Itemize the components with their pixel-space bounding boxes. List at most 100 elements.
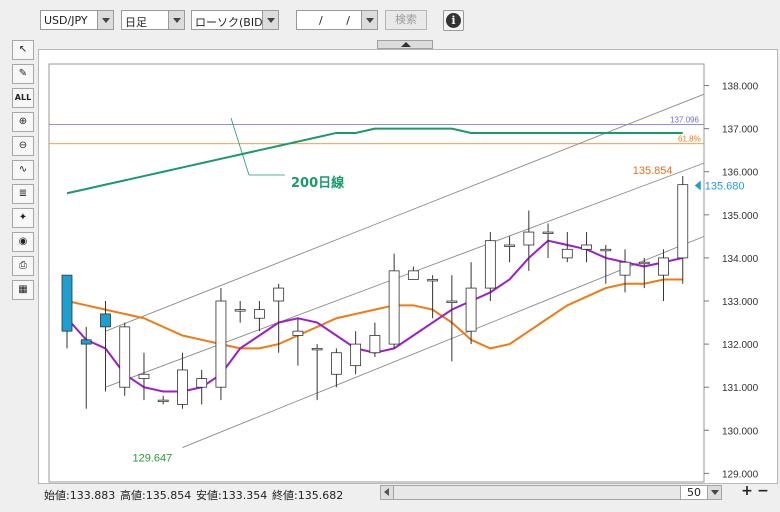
candle-body [465, 287, 477, 332]
zoom-in-button[interactable]: + [740, 484, 754, 499]
date-select[interactable]: / / [296, 10, 378, 30]
scroll-left-icon[interactable] [381, 486, 394, 499]
date-select-value: / / [319, 14, 360, 27]
candle-body [311, 348, 323, 351]
low-value: 安値:133.354 [196, 489, 268, 502]
table-icon: ▦ [18, 284, 28, 295]
candle-body [292, 330, 304, 336]
top-toolbar: USD/JPY 日足 ローソク(BID) / / 検索 i [0, 0, 780, 40]
indicator-icon: ∿ [18, 164, 28, 175]
erase-all-tool[interactable]: ALL [12, 88, 34, 108]
search-button[interactable]: 検索 [385, 10, 427, 30]
candle-body [215, 300, 227, 388]
candle-body [677, 184, 689, 259]
candle-body [638, 261, 650, 265]
candle-body [196, 378, 208, 388]
candle-body [619, 261, 631, 276]
candle-body [581, 244, 592, 250]
zoom-in-icon: ⊕ [18, 116, 28, 127]
candle-body [80, 339, 92, 345]
pair-select[interactable]: USD/JPY [40, 10, 114, 30]
chevron-down-icon [361, 11, 377, 29]
candle-body [561, 248, 573, 259]
candle-body [61, 274, 73, 332]
y-tick-label: 134.000 [722, 254, 759, 265]
candle-body [542, 231, 554, 234]
high-value: 高値:135.854 [120, 489, 192, 502]
print-tool[interactable]: ⎙ [12, 256, 34, 276]
pair-select-value: USD/JPY [44, 14, 88, 27]
chart-canvas[interactable]: 138.000 137.000 136.000 135.000 134.000 133.0… [39, 50, 779, 485]
chevron-down-icon [97, 11, 113, 29]
hline-blue-label: 137.096 [670, 116, 699, 125]
pencil-icon: ✎ [18, 68, 28, 79]
ma-200-label: 200日線 [291, 175, 345, 191]
chart-type-select-value: ローソク(BID) [195, 16, 267, 29]
candle-body [138, 373, 150, 379]
zoom-in-tool[interactable]: ⊕ [12, 112, 34, 132]
indicator-tool[interactable]: ∿ [12, 160, 34, 180]
bars-count-value: 50 [687, 486, 701, 499]
y-tick-label: 137.000 [722, 125, 759, 136]
candle-body [600, 248, 612, 252]
period-select[interactable]: 日足 [121, 10, 185, 30]
candle-body [388, 270, 400, 345]
candle-body [427, 279, 439, 282]
candle-body [234, 309, 246, 312]
candle-body [484, 240, 496, 289]
chevron-down-icon [707, 486, 721, 499]
price-table-tool[interactable]: ≣ [12, 184, 34, 204]
period-select-value: 日足 [125, 16, 147, 29]
current-price-label: 135.680 [705, 181, 745, 193]
symbols-tool[interactable]: ✦ [12, 208, 34, 228]
close-value: 終値:135.682 [272, 489, 344, 502]
candle-body [350, 343, 362, 367]
candle-body [177, 369, 188, 405]
candle-body [157, 399, 169, 403]
info-icon: i [446, 13, 461, 28]
collapse-toolbar-button[interactable] [377, 40, 433, 49]
cursor-icon: ↖ [18, 44, 28, 55]
bars-count-select[interactable]: 50 [680, 485, 722, 500]
cursor-tool[interactable]: ↖ [12, 40, 34, 60]
view-tool[interactable]: ◉ [12, 232, 34, 252]
y-tick-label: 135.000 [722, 211, 759, 222]
y-tick-label: 132.000 [722, 340, 759, 351]
chevron-down-icon [168, 11, 184, 29]
candle-body [446, 300, 458, 303]
hline-orange-label: 61.8% [678, 135, 701, 144]
chart-frame[interactable]: 138.000 137.000 136.000 135.000 134.000 133.0… [38, 49, 778, 484]
candle-body [100, 313, 111, 328]
candle-body [504, 244, 515, 247]
open-value: 始値:133.883 [44, 489, 116, 502]
erase-all-icon: ALL [14, 93, 32, 102]
view-icon: ◉ [18, 236, 28, 247]
low-label: 129.647 [132, 453, 172, 465]
candle-body [254, 309, 265, 319]
chevron-down-icon [262, 11, 278, 29]
zoom-out-button[interactable]: − [756, 484, 770, 499]
zoom-out-tool[interactable]: ⊖ [12, 136, 34, 156]
y-tick-label: 138.000 [722, 82, 759, 93]
y-tick-label: 136.000 [722, 168, 759, 179]
candle-body [119, 326, 131, 388]
y-tick-label: 130.000 [722, 426, 759, 437]
candle-body [407, 270, 419, 280]
candle-body [273, 287, 285, 302]
print-icon: ⎙ [19, 260, 27, 271]
candle-body [369, 335, 381, 354]
chart-type-select[interactable]: ローソク(BID) [191, 10, 279, 30]
table-tool[interactable]: ▦ [12, 280, 34, 300]
status-bar: 始値:133.883 高値:135.854 安値:133.354 終値:135.… [38, 484, 780, 502]
y-tick-label: 131.000 [722, 383, 759, 394]
candle-body [658, 257, 669, 276]
candle-body [523, 231, 535, 246]
chart-scrollbar[interactable] [380, 485, 710, 500]
candle-body [330, 352, 342, 375]
info-button[interactable]: i [443, 10, 464, 31]
zoom-out-icon: ⊖ [18, 140, 28, 151]
y-tick-label: 133.000 [722, 297, 759, 308]
price-table-icon: ≣ [18, 188, 28, 199]
symbols-icon: ✦ [18, 212, 28, 223]
pencil-tool[interactable]: ✎ [12, 64, 34, 84]
